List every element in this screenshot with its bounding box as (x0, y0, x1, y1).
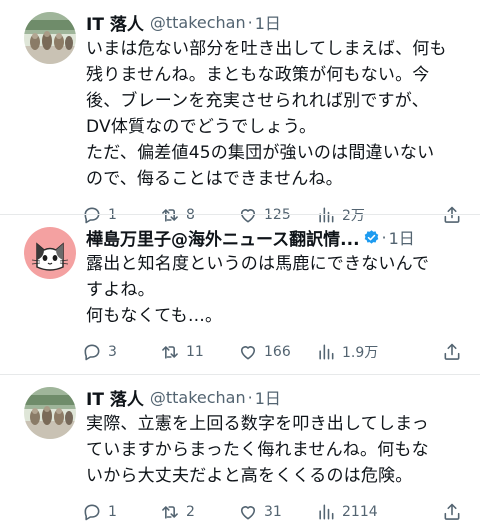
username[interactable]: @ttakechan (150, 388, 246, 407)
views-button[interactable]: 1.9万 (316, 342, 394, 362)
share-button[interactable] (442, 502, 462, 522)
views-count: 1.9万 (342, 345, 379, 361)
reply-button[interactable]: 3 (82, 342, 160, 362)
retweet-count: 2 (186, 504, 195, 520)
tweet[interactable]: IT 落人 @ttakechan · 1日 実際、立憲を上回る数字を叩き出してし… (0, 374, 480, 526)
tweet-text: いまは危ない部分を吐き出してしまえば、何も 残りませんね。まともな政策が何もない… (86, 39, 447, 189)
tweet-header: IT 落人 @ttakechan · 1日 (86, 8, 466, 36)
tweet-header: 樺島万里子@海外ニュース翻訳情... · 1日 (86, 223, 466, 251)
action-bar: 3 11 166 1.9万 (82, 329, 466, 375)
views-count: 2114 (342, 504, 378, 520)
reply-count: 1 (108, 504, 117, 520)
retweet-button[interactable]: 11 (160, 342, 238, 362)
share-icon (444, 343, 460, 360)
like-count: 166 (264, 344, 291, 360)
separator: · (247, 387, 253, 407)
like-icon (240, 346, 256, 360)
verified-badge-icon (364, 229, 378, 244)
reply-thread: IT 落人 @ttakechan · 1日 いまは危ない部分を吐き出してしまえば… (0, 0, 480, 526)
tweet-text: 実際、立憲を上回る数字を叩き出してしまっ ていますからまったく侮れませんね。何も… (86, 414, 429, 486)
avatar[interactable] (24, 12, 76, 64)
timestamp[interactable]: 1日 (389, 225, 415, 249)
tweet-header: IT 落人 @ttakechan · 1日 (86, 383, 466, 411)
share-icon (444, 503, 460, 520)
like-icon (240, 506, 256, 520)
display-name[interactable]: IT 落人 (86, 385, 144, 410)
display-name[interactable]: 樺島万里子@海外ニュース翻訳情... (86, 225, 360, 250)
share-button[interactable] (442, 342, 462, 362)
retweet-button[interactable]: 2 (160, 502, 238, 522)
separator: · (381, 227, 387, 247)
username[interactable]: @ttakechan (150, 13, 246, 32)
reply-icon (84, 344, 100, 361)
display-name[interactable]: IT 落人 (86, 10, 144, 35)
views-icon (319, 344, 334, 360)
avatar[interactable] (24, 227, 76, 279)
tweet-text: 露出と知名度というのは馬鹿にできないんで すよね。 何もなくても…。 (86, 254, 430, 326)
avatar[interactable] (24, 387, 76, 439)
timestamp[interactable]: 1日 (255, 385, 281, 409)
retweet-icon (162, 346, 178, 359)
timestamp[interactable]: 1日 (255, 10, 281, 34)
retweet-count: 11 (186, 344, 204, 360)
views-button[interactable]: 2114 (316, 502, 394, 522)
retweet-icon (162, 506, 178, 519)
action-bar: 1 2 31 2114 (82, 489, 466, 526)
tweet[interactable]: 樺島万里子@海外ニュース翻訳情... · 1日 露出と知名度というのは馬鹿にでき… (0, 214, 480, 374)
separator: · (247, 12, 253, 32)
reply-icon (84, 504, 100, 521)
like-count: 31 (264, 504, 282, 520)
tweet[interactable]: IT 落人 @ttakechan · 1日 いまは危ない部分を吐き出してしまえば… (0, 0, 480, 224)
reply-button[interactable]: 1 (82, 502, 160, 522)
like-button[interactable]: 166 (238, 342, 316, 362)
like-button[interactable]: 31 (238, 502, 316, 522)
reply-count: 3 (108, 344, 117, 360)
views-icon (319, 504, 334, 520)
